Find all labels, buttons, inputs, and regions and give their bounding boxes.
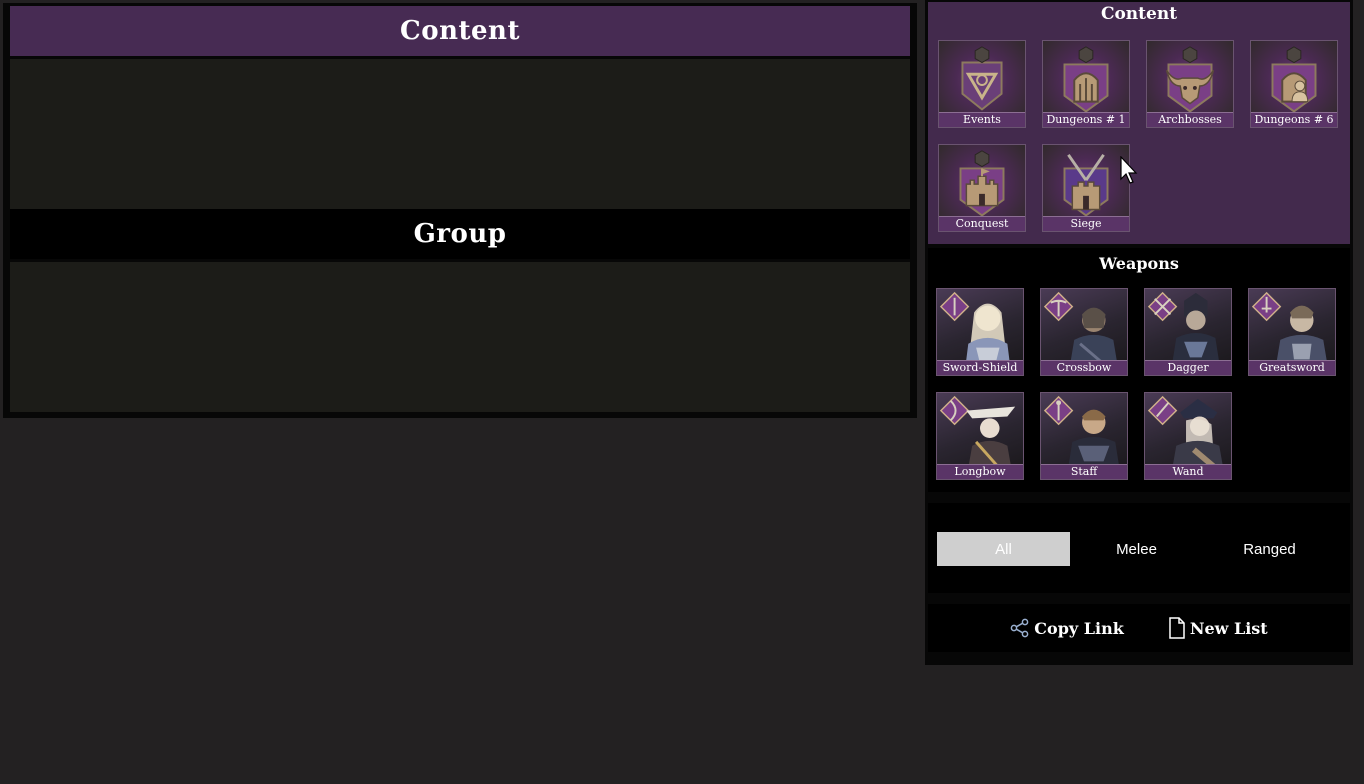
weapon-tile-label: Dagger [1145,360,1231,375]
weapon-tile-sword-shield[interactable]: Sword-Shield [936,288,1024,376]
list-actions: Copy Link New List [928,604,1350,652]
new-list-label: New List [1189,618,1268,638]
new-list-button[interactable]: New List [1168,617,1268,639]
content-picker: Content Events Dungeons # 1 Archbosses D… [928,2,1350,244]
content-tile-label: Archbosses [1147,112,1233,127]
content-tile-events[interactable]: Events [938,40,1026,128]
share-icon [1010,618,1029,638]
weapon-tile-greatsword[interactable]: Greatsword [1248,288,1336,376]
weapon-picker: Weapons Sword-Shield Crossbow Dagger Gre… [928,248,1350,492]
content-tile-label: Dungeons # 1 [1043,112,1129,127]
weapon-tile-label: Crossbow [1041,360,1127,375]
weapon-tile-longbow[interactable]: Longbow [936,392,1024,480]
content-drop-area[interactable] [10,59,910,209]
content-header: Content [10,6,910,56]
weapon-tile-dagger[interactable]: Dagger [1144,288,1232,376]
group-drop-area[interactable] [10,262,910,412]
copy-link-label: Copy Link [1034,618,1124,638]
content-picker-title: Content [1100,4,1178,24]
content-tile-label: Siege [1043,216,1129,231]
weapon-tile-label: Sword-Shield [937,360,1023,375]
sidebar: Content Events Dungeons # 1 Archbosses D… [925,0,1353,665]
content-tile-label: Events [939,112,1025,127]
weapon-tile-staff[interactable]: Staff [1040,392,1128,480]
weapon-tile-wand[interactable]: Wand [1144,392,1232,480]
content-tile-archbosses[interactable]: Archbosses [1146,40,1234,128]
weapon-filter: All Melee Ranged [928,503,1350,593]
weapon-tile-label: Wand [1145,464,1231,479]
copy-link-button[interactable]: Copy Link [1010,618,1124,638]
content-tile-conquest[interactable]: Conquest [938,144,1026,232]
content-tile-siege[interactable]: Siege [1042,144,1130,232]
content-tile-label: Dungeons # 6 [1251,112,1337,127]
document-icon [1169,617,1185,639]
group-header: Group [10,209,910,259]
weapon-tile-label: Greatsword [1249,360,1335,375]
content-tile-dungeons-6[interactable]: Dungeons # 6 [1250,40,1338,128]
content-tile-dungeons-1[interactable]: Dungeons # 1 [1042,40,1130,128]
filter-melee-button[interactable]: Melee [1070,532,1203,566]
mouse-cursor-icon [1120,156,1138,184]
main-panel: Content Group [3,3,917,418]
weapon-picker-title: Weapons [1099,254,1179,273]
filter-ranged-button[interactable]: Ranged [1203,532,1336,566]
weapon-tile-label: Longbow [937,464,1023,479]
content-tile-label: Conquest [939,216,1025,231]
filter-all-button[interactable]: All [937,532,1070,566]
weapon-tile-label: Staff [1041,464,1127,479]
weapon-tile-crossbow[interactable]: Crossbow [1040,288,1128,376]
